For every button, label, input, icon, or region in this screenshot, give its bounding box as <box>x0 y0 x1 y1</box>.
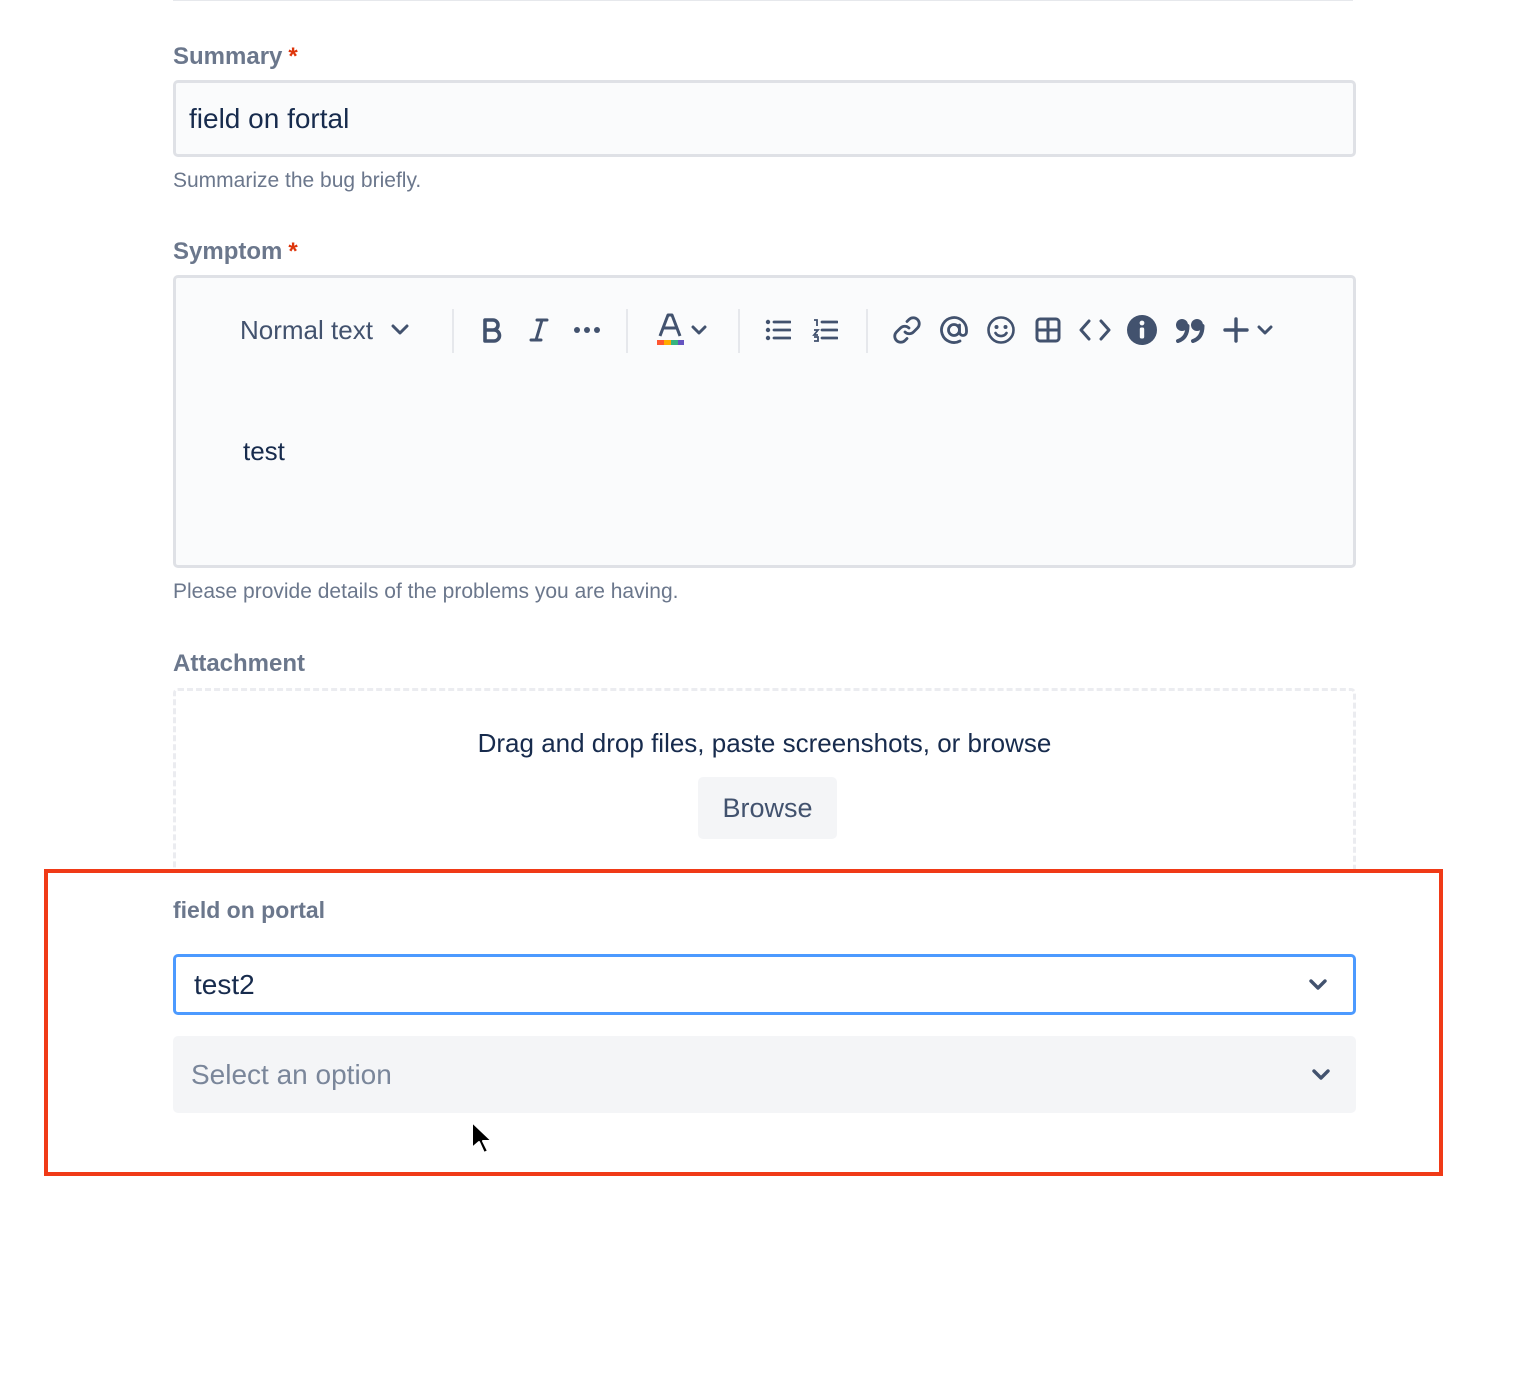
bold-icon <box>483 318 502 343</box>
symptom-label-text: Symptom <box>173 238 283 265</box>
quote-button[interactable] <box>1168 303 1212 357</box>
summary-input[interactable]: field on fortal <box>173 80 1356 157</box>
required-mark: * <box>288 43 298 70</box>
summary-helper: Summarize the bug briefly. <box>173 169 422 192</box>
info-icon <box>1127 315 1157 345</box>
toolbar-separator <box>626 309 628 353</box>
link-button[interactable] <box>885 303 929 357</box>
text-style-label: Normal text <box>240 314 373 345</box>
more-icon <box>574 327 600 333</box>
chevron-down-icon <box>691 325 707 335</box>
italic-button[interactable] <box>518 303 560 357</box>
bullet-list-icon <box>765 319 791 341</box>
toolbar-separator <box>452 309 454 353</box>
portal-field-label: field on portal <box>173 897 326 923</box>
code-button[interactable] <box>1073 303 1117 357</box>
plus-icon <box>1223 317 1249 343</box>
code-icon <box>1079 319 1111 341</box>
chevron-down-icon <box>1312 1068 1330 1080</box>
info-panel-button[interactable] <box>1120 303 1164 357</box>
bold-button[interactable] <box>471 303 513 357</box>
portal-field-select[interactable]: test2 <box>173 954 1356 1015</box>
summary-label: Summary * <box>173 43 298 71</box>
emoji-icon <box>987 316 1015 344</box>
table-button[interactable] <box>1026 303 1070 357</box>
mention-icon <box>940 316 968 344</box>
insert-menu-button[interactable] <box>1216 303 1280 357</box>
top-divider <box>173 0 1353 1</box>
toolbar-separator <box>866 309 868 353</box>
bullet-list-button[interactable] <box>756 303 800 357</box>
text-color-icon <box>657 313 684 345</box>
link-icon <box>893 316 921 344</box>
more-formatting-button[interactable] <box>566 303 608 357</box>
summary-label-text: Summary <box>173 43 283 70</box>
toolbar-separator <box>738 309 740 353</box>
symptom-label: Symptom * <box>173 238 298 266</box>
chevron-down-icon <box>1257 325 1273 335</box>
mouse-cursor-icon <box>471 1121 493 1154</box>
symptom-editor[interactable]: Normal text test <box>173 275 1356 568</box>
italic-icon <box>529 318 549 342</box>
table-icon <box>1035 317 1061 343</box>
numbered-list-icon <box>812 319 838 342</box>
mention-button[interactable] <box>932 303 976 357</box>
attachment-dropzone[interactable]: Drag and drop files, paste screenshots, … <box>173 688 1356 888</box>
quote-icon <box>1176 319 1205 343</box>
summary-input-value: field on fortal <box>189 102 350 134</box>
text-style-dropdown[interactable]: Normal text <box>240 303 409 357</box>
browse-button[interactable]: Browse <box>698 777 837 839</box>
text-color-button[interactable] <box>649 303 713 357</box>
editor-content[interactable]: test <box>243 436 285 467</box>
chevron-down-icon <box>391 324 409 335</box>
dropzone-text: Drag and drop files, paste screenshots, … <box>477 728 1052 758</box>
required-mark: * <box>288 238 298 265</box>
portal-field-subselect[interactable]: Select an option <box>173 1036 1356 1113</box>
numbered-list-button[interactable] <box>803 303 847 357</box>
attachment-label: Attachment <box>173 650 306 677</box>
select-value: test2 <box>194 968 255 1000</box>
chevron-down-icon <box>1309 978 1327 990</box>
emoji-button[interactable] <box>979 303 1023 357</box>
symptom-helper: Please provide details of the problems y… <box>173 580 679 603</box>
select-placeholder: Select an option <box>191 1058 392 1090</box>
